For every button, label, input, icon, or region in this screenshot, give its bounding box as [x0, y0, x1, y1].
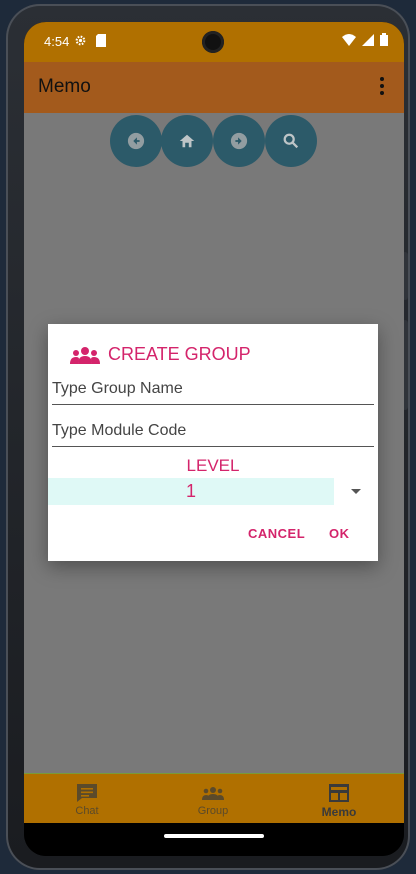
home-indicator[interactable]: [164, 834, 264, 838]
group-icon: [202, 787, 224, 800]
group-name-input[interactable]: [52, 380, 374, 398]
screen: 4:54 Memo CREATE GROUP Type Group Name T…: [24, 22, 404, 856]
settings-icon: [74, 34, 87, 50]
ok-button[interactable]: OK: [329, 526, 350, 541]
dialog-title-text: CREATE GROUP: [108, 344, 251, 364]
nav-label-memo: Memo: [321, 805, 357, 819]
gesture-bar: [24, 823, 404, 856]
level-label: LEVEL: [186, 456, 240, 475]
status-bar: 4:54: [24, 22, 404, 62]
dialog-title: CREATE GROUP: [70, 344, 251, 365]
module-code-input[interactable]: [52, 422, 374, 440]
nav-item-chat[interactable]: Chat: [24, 774, 150, 824]
group-icon: [70, 346, 100, 364]
sd-card-icon: [96, 34, 106, 50]
nav-label-group: Group: [197, 805, 229, 817]
chat-icon: [77, 784, 97, 802]
cancel-button[interactable]: CANCEL: [248, 526, 305, 541]
nav-item-group[interactable]: Group: [150, 774, 276, 824]
page-title: Memo: [38, 76, 91, 97]
bottom-navigation: Chat Group Memo: [24, 773, 404, 824]
wifi-icon: [342, 33, 356, 49]
memo-icon: [329, 784, 349, 802]
nav-label-chat: Chat: [75, 805, 99, 817]
nav-item-memo[interactable]: Memo: [276, 774, 402, 824]
level-dropdown[interactable]: 1: [48, 478, 334, 505]
app-bar: Memo: [24, 62, 404, 113]
module-code-field: [52, 422, 374, 447]
status-time: 4:54: [44, 34, 70, 49]
create-group-dialog: CREATE GROUP LEVEL 1 CANCEL OK: [48, 324, 378, 561]
camera-cutout: [202, 31, 224, 53]
dropdown-arrow-icon[interactable]: [351, 489, 361, 494]
group-name-field: [52, 380, 374, 405]
signal-icon: [362, 33, 374, 49]
battery-icon: [380, 33, 388, 49]
more-options-icon[interactable]: [372, 74, 392, 98]
phone-frame: 4:54 Memo CREATE GROUP Type Group Name T…: [6, 4, 410, 870]
